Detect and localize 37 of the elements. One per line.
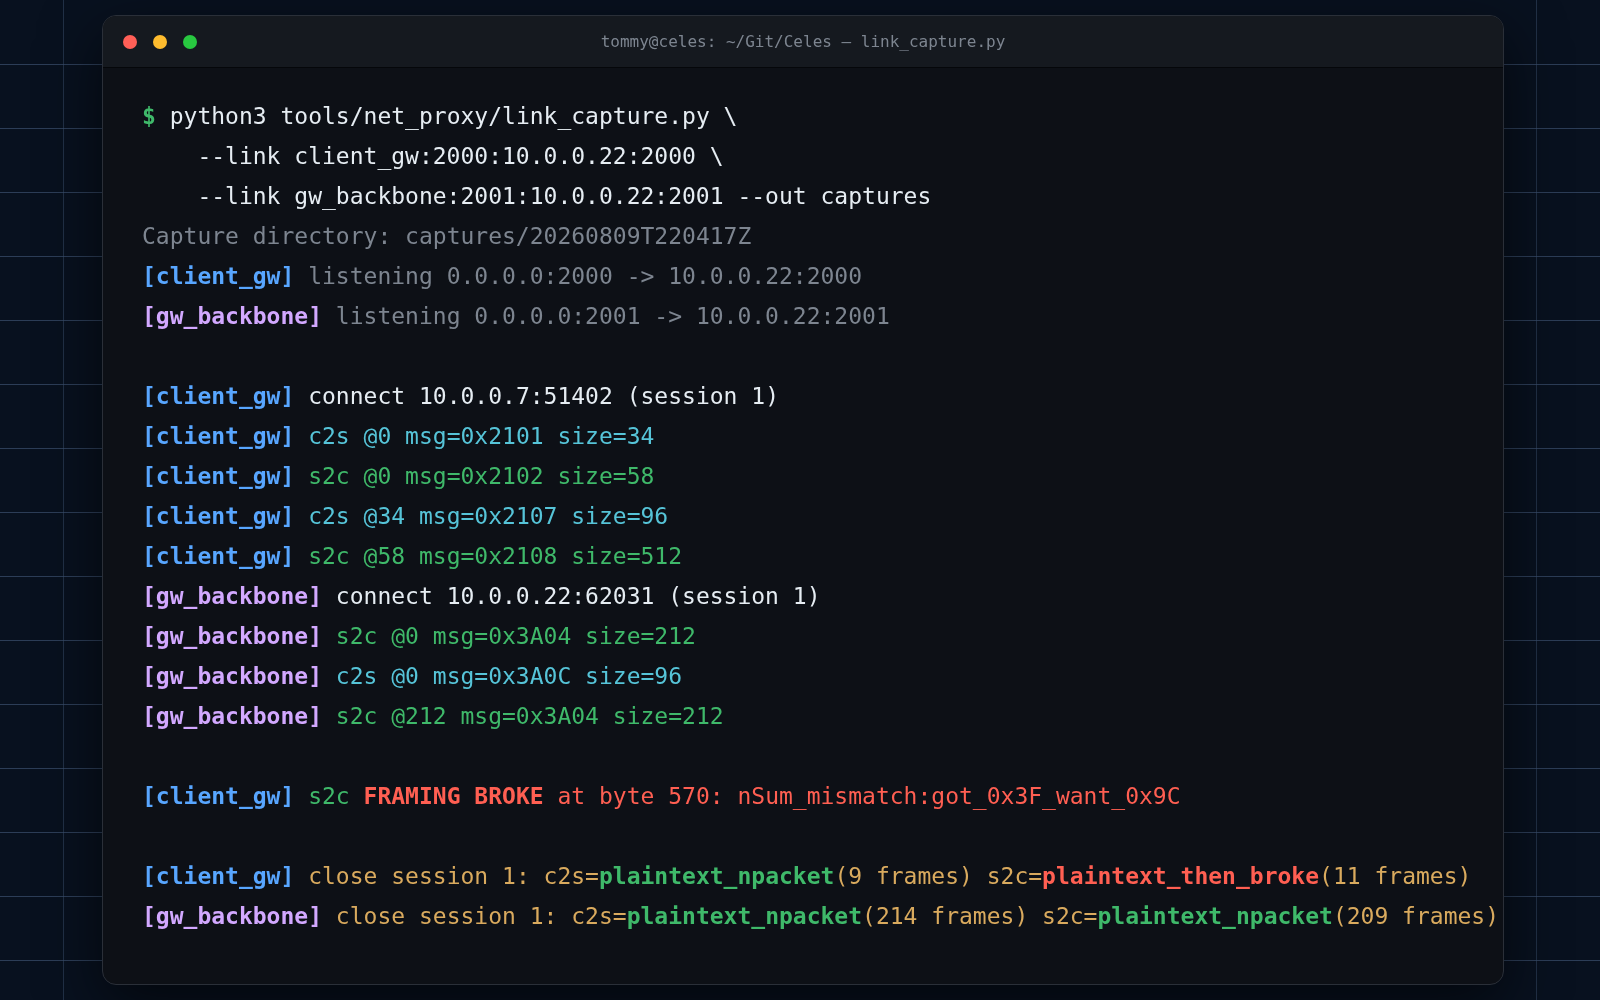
source-tag: [client_gw]: [142, 776, 295, 816]
output-line: Capture directory: captures/20260809T220417Z: [142, 222, 752, 251]
close-button[interactable]: [123, 35, 137, 49]
log-message: c2s @34 msg=0x2107 size=96: [308, 502, 669, 531]
zoom-button[interactable]: [183, 35, 197, 49]
source-tag: [gw_backbone]: [142, 896, 322, 936]
log-message: listening 0.0.0.0:2001 -> 10.0.0.22:2001: [335, 302, 890, 331]
source-tag: [gw_backbone]: [142, 616, 322, 656]
source-tag: [gw_backbone]: [142, 296, 322, 336]
source-tag: [client_gw]: [142, 376, 295, 416]
window-title: tommy@celes: ~/Git/Celes — link_capture.py: [600, 30, 1006, 53]
log-message: close session 1: c2s=plaintext_npacket(214 frames) s2c=plaintext_npacket(209 frames): [335, 902, 1500, 931]
log-message: close session 1: c2s=plaintext_npacket(9 frames) s2c=plaintext_then_broke(11 frames): [308, 862, 1472, 891]
log-message: c2s @0 msg=0x3A0C size=96: [335, 662, 683, 691]
source-tag: [client_gw]: [142, 496, 295, 536]
log-message: s2c @0 msg=0x2102 size=58: [308, 462, 655, 491]
log-message: s2c @212 msg=0x3A04 size=212: [335, 702, 724, 731]
log-message: c2s @0 msg=0x2101 size=34: [308, 422, 655, 451]
minimize-button[interactable]: [153, 35, 167, 49]
source-tag: [client_gw]: [142, 456, 295, 496]
source-tag: [gw_backbone]: [142, 576, 322, 616]
source-tag: [client_gw]: [142, 536, 295, 576]
log-message: connect 10.0.0.7:51402 (session 1): [308, 382, 779, 411]
source-tag: [client_gw]: [142, 856, 295, 896]
source-tag: [gw_backbone]: [142, 696, 322, 736]
log-message: s2c FRAMING BROKE at byte 570: nSum_mismatch:got_0x3F_want_0x9C: [308, 782, 1181, 812]
command-text: --link gw_backbone:2001:10.0.0.22:2001 --out captures: [197, 182, 932, 212]
log-message: listening 0.0.0.0:2000 -> 10.0.0.22:2000: [308, 262, 863, 291]
source-tag: [client_gw]: [142, 416, 295, 456]
source-tag: [client_gw]: [142, 256, 295, 296]
log-message: s2c @0 msg=0x3A04 size=212: [335, 622, 696, 651]
prompt-symbol: $: [142, 102, 156, 131]
log-message: s2c @58 msg=0x2108 size=512: [308, 542, 683, 571]
log-message: connect 10.0.0.22:62031 (session 1): [335, 582, 821, 611]
command-text: --link client_gw:2000:10.0.0.22:2000 \: [197, 142, 724, 172]
source-tag: [gw_backbone]: [142, 656, 322, 696]
command-text: python3 tools/net_proxy/link_capture.py \: [169, 102, 738, 132]
